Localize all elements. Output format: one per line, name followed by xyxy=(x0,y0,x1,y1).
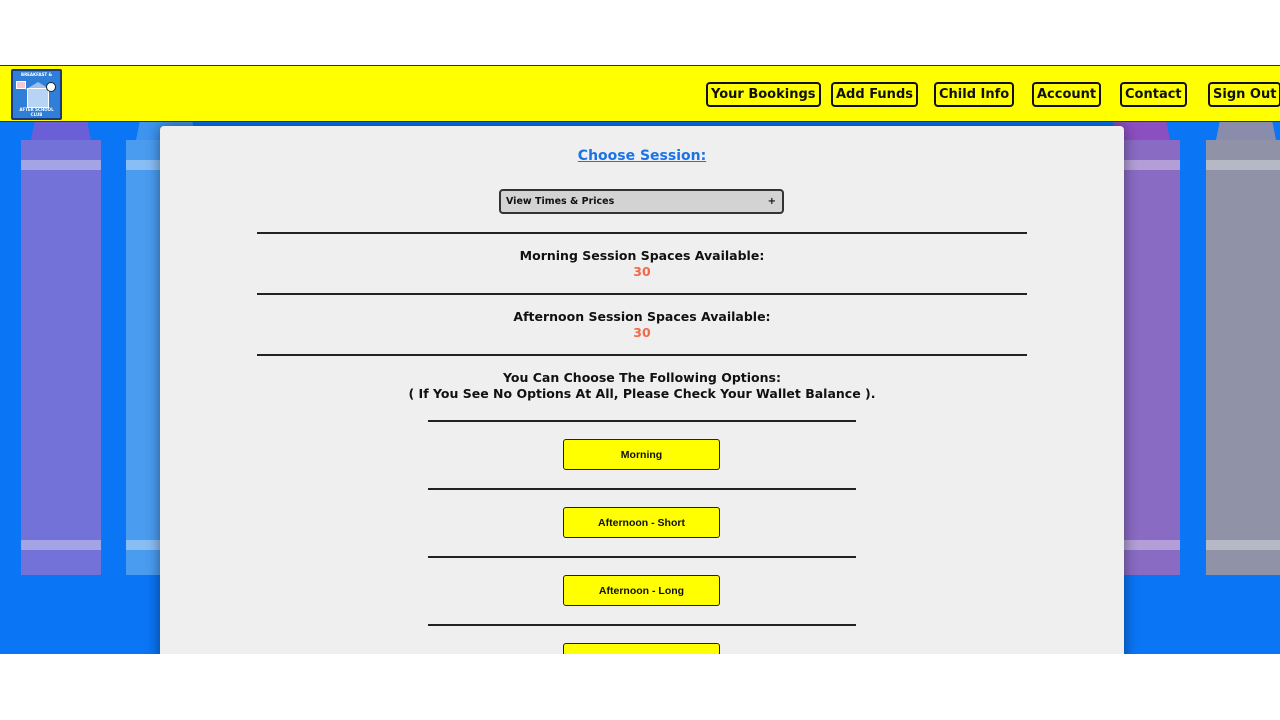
options-note: ( If You See No Options At All, Please C… xyxy=(408,386,876,401)
divider xyxy=(257,232,1027,234)
crayon-purple xyxy=(21,65,101,575)
options-heading: You Can Choose The Following Options: xyxy=(503,370,781,385)
logo-top-text: BREAKFAST & xyxy=(21,72,52,77)
logo-bottom-text: AFTER SCHOOL CLUB xyxy=(19,107,54,117)
school-building-icon xyxy=(27,88,49,108)
account-button[interactable]: Account xyxy=(1032,82,1102,107)
afternoon-short-option-button[interactable]: Afternoon - Short xyxy=(563,507,720,538)
club-logo[interactable]: BREAKFAST & AFTER SCHOOL CLUB xyxy=(11,69,62,120)
child-info-button[interactable]: Child Info xyxy=(934,82,1015,107)
divider xyxy=(257,293,1027,295)
divider xyxy=(257,354,1027,356)
page-bottom-area xyxy=(0,654,1280,720)
afternoon-long-option-button[interactable]: Afternoon - Long xyxy=(563,575,720,606)
divider xyxy=(428,420,856,422)
divider xyxy=(428,488,856,490)
morning-spaces-count: 30 xyxy=(633,264,651,279)
divider xyxy=(428,556,856,558)
expand-plus-icon: + xyxy=(767,196,776,207)
times-toggle-label: View Times & Prices xyxy=(506,196,615,207)
crayon-grey xyxy=(1206,65,1280,575)
choose-session-title[interactable]: Choose Session: xyxy=(160,148,1124,164)
afternoon-spaces-count: 30 xyxy=(633,325,651,340)
morning-option-button[interactable]: Morning xyxy=(563,439,720,470)
divider xyxy=(428,624,856,626)
playing-card-icon xyxy=(16,81,26,89)
your-bookings-button[interactable]: Your Bookings xyxy=(706,82,821,107)
session-panel: Choose Session: View Times & Prices + Mo… xyxy=(160,126,1124,674)
top-navbar: BREAKFAST & AFTER SCHOOL CLUB Your Booki… xyxy=(0,65,1280,122)
contact-button[interactable]: Contact xyxy=(1120,82,1187,107)
sign-out-button[interactable]: Sign Out xyxy=(1208,82,1280,107)
view-times-prices-toggle[interactable]: View Times & Prices + xyxy=(499,189,784,214)
add-funds-button[interactable]: Add Funds xyxy=(831,82,918,107)
football-icon xyxy=(46,82,56,92)
afternoon-spaces-label: Afternoon Session Spaces Available: xyxy=(513,309,771,324)
morning-spaces-label: Morning Session Spaces Available: xyxy=(519,248,765,263)
